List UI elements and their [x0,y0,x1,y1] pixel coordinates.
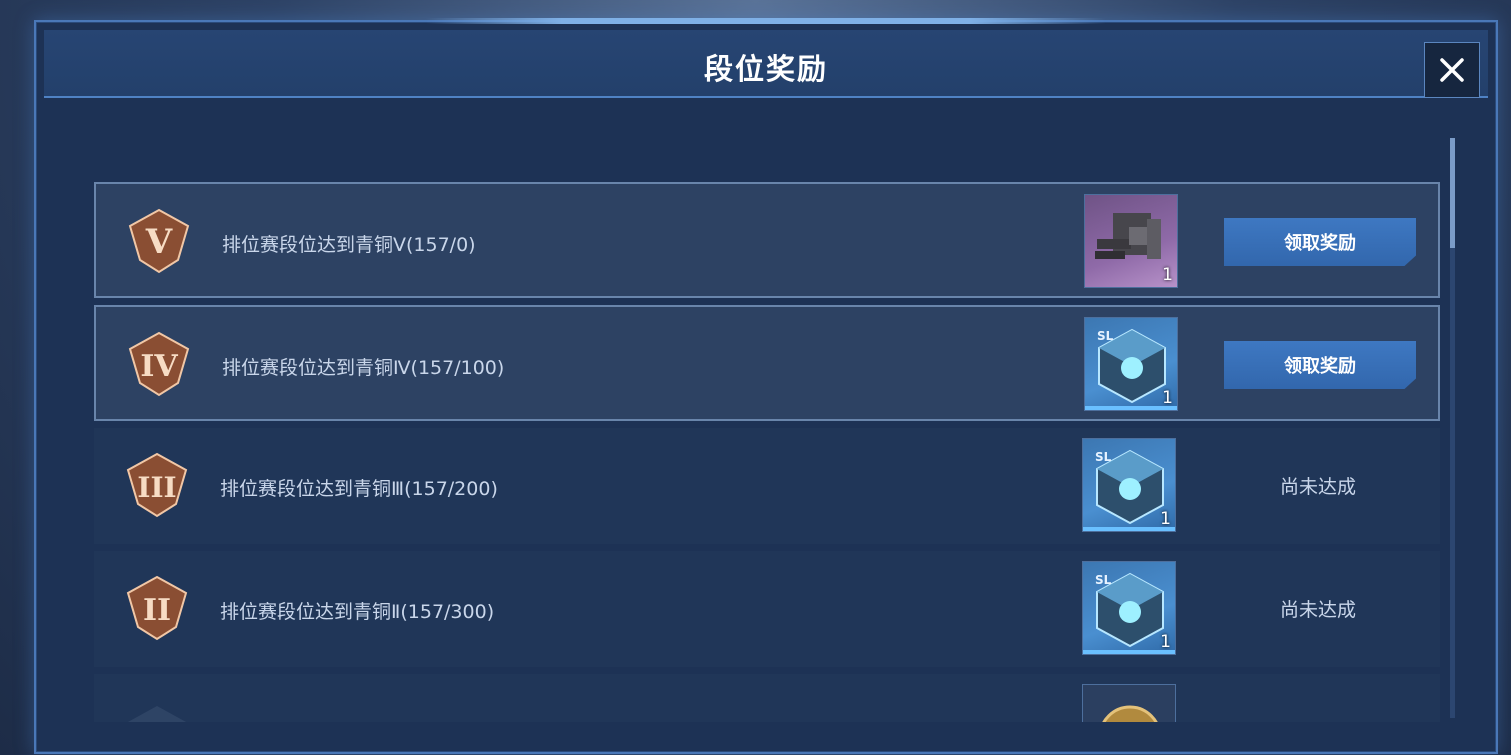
dialog-title: 段位奖励 [703,52,828,86]
reward-status-text: 尚未达成 [1279,476,1356,498]
scrollbar-thumb[interactable] [1450,138,1455,248]
close-icon [1440,58,1464,82]
reward-item[interactable]: 1 [1084,194,1178,288]
reward-list[interactable]: V 排位赛段位达到青铜Ⅴ(157/0) 1 领取奖励 IV 排位赛段位达到青铜Ⅳ… [94,182,1442,722]
svg-text:IV: IV [140,349,178,384]
svg-text:V: V [145,222,173,262]
svg-text:III: III [137,471,176,504]
svg-text:SL: SL [1097,329,1114,343]
reward-item[interactable]: SL 1 [1082,561,1176,655]
dialog-header: 段位奖励 [44,30,1488,98]
reward-item[interactable]: SL 1 [1084,317,1178,411]
bronze-i-badge-icon [128,706,186,722]
reward-quantity: 1 [1160,509,1171,529]
svg-text:SL: SL [1095,450,1112,464]
coin-icon [1102,705,1158,722]
bronze-v-badge-icon: V [128,208,190,274]
reward-row-partial [94,674,1440,722]
reward-quantity: 1 [1162,265,1173,285]
reward-row: III 排位赛段位达到青铜Ⅲ(157/200) SL 1 尚未达成 [94,428,1440,544]
reward-condition-text: 排位赛段位达到青铜Ⅳ(157/100) [222,357,505,379]
bronze-iv-badge-icon: IV [128,331,190,397]
reward-status-text: 尚未达成 [1279,599,1356,621]
reward-item[interactable] [1082,684,1176,722]
reward-condition-text: 排位赛段位达到青铜Ⅴ(157/0) [222,234,476,256]
item-rarity-bar [1085,406,1177,410]
reward-quantity: 1 [1160,632,1171,652]
reward-condition-text: 排位赛段位达到青铜Ⅱ(157/300) [220,601,495,623]
reward-condition-text: 排位赛段位达到青铜Ⅲ(157/200) [220,478,498,500]
reward-item[interactable]: SL 1 [1082,438,1176,532]
bronze-iii-badge-icon: III [126,452,188,518]
bronze-ii-badge-icon: II [126,575,188,641]
panel-top-glow [426,18,1106,24]
reward-row: V 排位赛段位达到青铜Ⅴ(157/0) 1 领取奖励 [94,182,1440,298]
svg-text:II: II [143,593,171,628]
reward-row: II 排位赛段位达到青铜Ⅱ(157/300) SL 1 尚未达成 [94,551,1440,667]
item-rarity-bar [1083,650,1175,654]
list-scrollbar[interactable] [1450,138,1455,718]
reward-row: IV 排位赛段位达到青铜Ⅳ(157/100) SL 1 领取奖励 [94,305,1440,421]
reward-quantity: 1 [1162,388,1173,408]
svg-text:SL: SL [1095,573,1112,587]
claim-reward-button[interactable]: 领取奖励 [1224,218,1416,266]
close-button[interactable] [1424,42,1480,98]
rank-rewards-dialog: 段位奖励 V 排位赛段位达到青铜Ⅴ(157/0) 1 领取奖励 IV 排位赛段位… [34,18,1498,754]
claim-reward-button[interactable]: 领取奖励 [1224,341,1416,389]
item-rarity-bar [1083,527,1175,531]
